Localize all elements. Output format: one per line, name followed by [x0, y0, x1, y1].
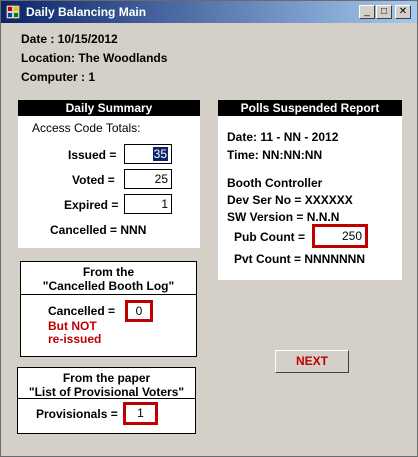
report-time-label: Time: NN:NN:NN: [227, 148, 323, 162]
maximize-button[interactable]: □: [376, 5, 392, 19]
cancelled-log-label: Cancelled =: [48, 304, 116, 318]
pub-count-label: Pub Count =: [234, 230, 305, 244]
provisionals-input[interactable]: 1: [123, 402, 158, 425]
location-label: Location: The Woodlands: [21, 51, 168, 65]
booth-controller-label: Booth Controller: [227, 176, 323, 190]
cancelled-log-title-line1: From the: [82, 265, 135, 279]
computer-label: Computer : 1: [21, 70, 96, 84]
main-window: Daily Balancing Main _ □ ✕ Date : 10/15/…: [0, 0, 418, 457]
provisional-title-line2: "List of Provisional Voters": [28, 385, 185, 399]
dev-ser-no-label: Dev Ser No = XXXXXX: [227, 193, 353, 207]
provisional-title-line1: From the paper: [62, 371, 151, 385]
app-icon: [6, 5, 20, 19]
provisionals-label: Provisionals =: [36, 407, 118, 421]
title-bar[interactable]: Daily Balancing Main _ □ ✕: [1, 1, 417, 23]
daily-summary-panel: Daily Summary Access Code Totals: Issued…: [18, 100, 200, 248]
sw-version-label: SW Version = N.N.N: [227, 210, 340, 224]
pvt-count-label: Pvt Count = NNNNNNN: [234, 252, 365, 266]
polls-suspended-title: Polls Suspended Report: [218, 100, 402, 116]
next-button[interactable]: NEXT: [275, 350, 349, 373]
expired-label: Expired =: [64, 198, 119, 212]
provisional-divider: [18, 398, 195, 399]
access-code-totals-label: Access Code Totals:: [32, 121, 141, 135]
not-reissued-note-line1: But NOT: [48, 319, 97, 333]
polls-suspended-panel: Polls Suspended Report Date: 11 - NN - 2…: [218, 100, 402, 280]
daily-summary-title: Daily Summary: [18, 100, 200, 116]
provisional-voters-box: From the paper "List of Provisional Vote…: [17, 367, 196, 434]
voted-label: Voted =: [72, 173, 115, 187]
report-date-label: Date: 11 - NN - 2012: [227, 130, 339, 144]
close-button[interactable]: ✕: [395, 5, 411, 19]
cancelled-summary-label: Cancelled = NNN: [50, 223, 147, 237]
cancelled-log-input[interactable]: 0: [125, 300, 153, 322]
voted-input[interactable]: 25: [124, 169, 172, 189]
issued-input[interactable]: 35: [124, 144, 172, 164]
issued-value: 35: [152, 147, 168, 161]
window-title: Daily Balancing Main: [26, 5, 147, 19]
cancelled-log-divider: [21, 294, 196, 295]
not-reissued-note-line2: re-issued: [48, 332, 102, 346]
cancelled-booth-log-box: From the "Cancelled Booth Log" Cancelled…: [20, 261, 197, 357]
minimize-button[interactable]: _: [359, 5, 375, 19]
issued-label: Issued =: [68, 148, 117, 162]
date-label: Date : 10/15/2012: [21, 32, 118, 46]
pub-count-input[interactable]: 250: [312, 224, 368, 248]
expired-input[interactable]: 1: [124, 194, 172, 214]
cancelled-log-title-line2: "Cancelled Booth Log": [42, 279, 175, 293]
